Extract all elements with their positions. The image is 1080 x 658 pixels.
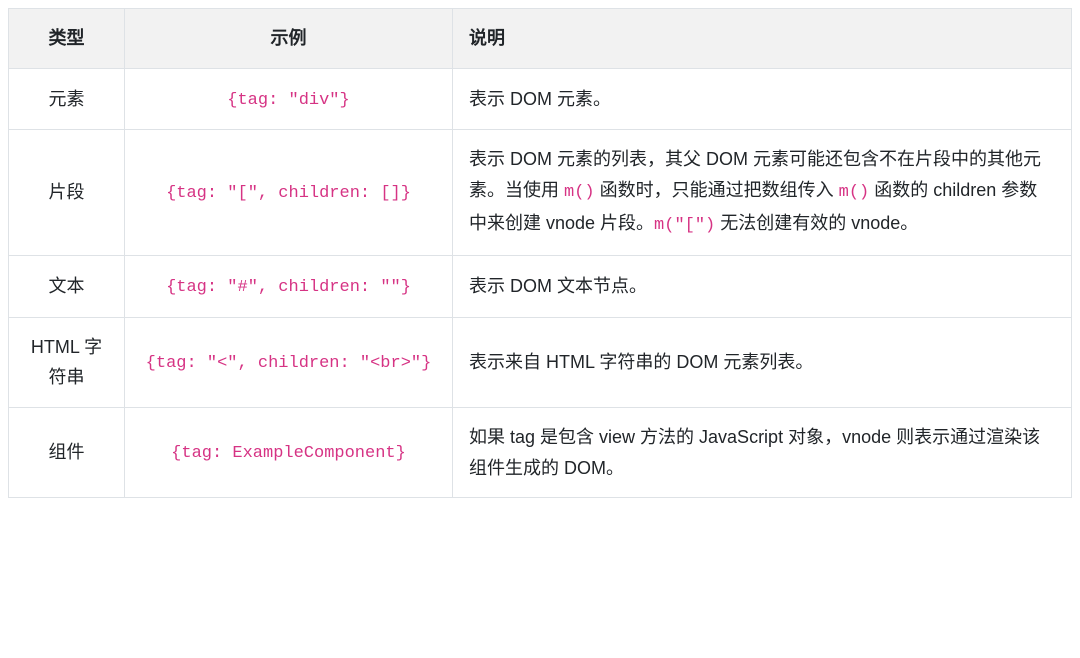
example-code: {tag: "[", children: []} — [166, 184, 411, 203]
table-row: 片段 {tag: "[", children: []} 表示 DOM 元素的列表，其… — [9, 130, 1072, 255]
cell-example: {tag: ExampleComponent} — [125, 407, 453, 497]
cell-description: 表示 DOM 元素的列表，其父 DOM 元素可能还包含不在片段中的其他元素。当使… — [453, 130, 1072, 255]
cell-example: {tag: "[", children: []} — [125, 130, 453, 255]
table-row: 组件 {tag: ExampleComponent} 如果 tag 是包含 view… — [9, 407, 1072, 497]
inline-code: m() — [564, 183, 595, 202]
cell-description: 表示来自 HTML 字符串的 DOM 元素列表。 — [453, 317, 1072, 407]
example-code: {tag: "<", children: "<br>"} — [146, 354, 432, 373]
cell-description: 表示 DOM 元素。 — [453, 68, 1072, 130]
inline-code: m("[") — [654, 216, 715, 235]
description-text: 函数时，只能通过把数组传入 — [595, 180, 839, 200]
cell-example: {tag: "div"} — [125, 68, 453, 130]
example-code: {tag: "#", children: ""} — [166, 278, 411, 297]
description-text: 表示 DOM 文本节点。 — [469, 276, 647, 296]
table-row: 元素 {tag: "div"} 表示 DOM 元素。 — [9, 68, 1072, 130]
cell-type: 片段 — [9, 130, 125, 255]
cell-description: 表示 DOM 文本节点。 — [453, 255, 1072, 317]
table-header-description: 说明 — [453, 9, 1072, 69]
cell-type: 文本 — [9, 255, 125, 317]
cell-example: {tag: "<", children: "<br>"} — [125, 317, 453, 407]
inline-code: m() — [839, 183, 870, 202]
table-header-type: 类型 — [9, 9, 125, 69]
description-text: 表示来自 HTML 字符串的 DOM 元素列表。 — [469, 352, 813, 372]
example-code: {tag: "div"} — [227, 91, 349, 110]
vnode-types-table: 类型 示例 说明 元素 {tag: "div"} 表示 DOM 元素。片段 {tag:… — [8, 8, 1072, 498]
cell-type: 元素 — [9, 68, 125, 130]
table-row: 文本 {tag: "#", children: ""} 表示 DOM 文本节点。 — [9, 255, 1072, 317]
cell-type: HTML 字符串 — [9, 317, 125, 407]
cell-description: 如果 tag 是包含 view 方法的 JavaScript 对象，vnode … — [453, 407, 1072, 497]
example-code: {tag: ExampleComponent} — [171, 444, 406, 463]
description-text: 表示 DOM 元素。 — [469, 89, 611, 109]
cell-type: 组件 — [9, 407, 125, 497]
table-row: HTML 字符串 {tag: "<", children: "<br>"} 表示来自… — [9, 317, 1072, 407]
table-header-row: 类型 示例 说明 — [9, 9, 1072, 69]
table-header-example: 示例 — [125, 9, 453, 69]
cell-example: {tag: "#", children: ""} — [125, 255, 453, 317]
description-text: 无法创建有效的 vnode。 — [715, 213, 918, 233]
description-text: 如果 tag 是包含 view 方法的 JavaScript 对象，vnode … — [469, 427, 1040, 478]
